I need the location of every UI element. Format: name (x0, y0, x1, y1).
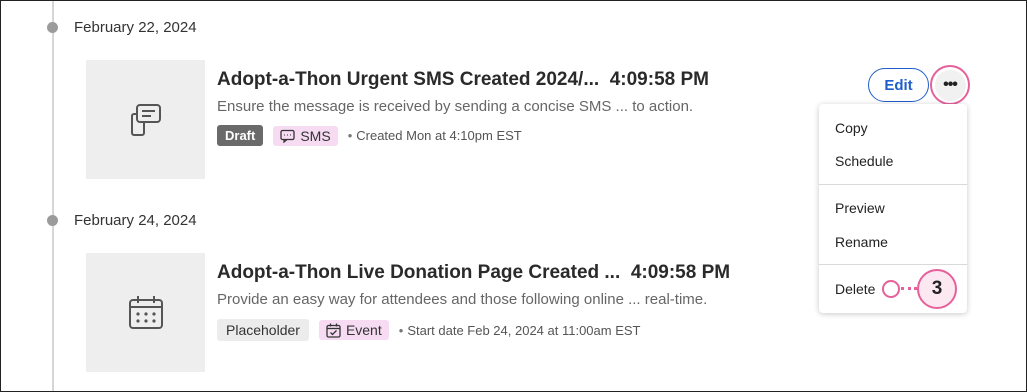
menu-divider (819, 264, 967, 265)
callout-connector (901, 287, 917, 290)
meta-separator: • (347, 128, 353, 143)
type-badge-label: SMS (300, 127, 331, 144)
menu-item-copy[interactable]: Copy (835, 120, 868, 136)
menu-item-schedule[interactable]: Schedule (835, 153, 893, 169)
item-title-text: Adopt-a-Thon Urgent SMS Created 2024/... (217, 69, 600, 90)
menu-item-delete[interactable]: Delete (835, 281, 875, 297)
item-title[interactable]: Adopt-a-Thon Urgent SMS Created 2024/...… (217, 69, 709, 91)
item-description: Provide an easy way for attendees and th… (217, 291, 708, 308)
event-calendar-icon (326, 323, 341, 338)
calendar-icon (128, 295, 163, 329)
edit-button[interactable]: Edit (868, 68, 929, 102)
status-badge: Draft (217, 125, 264, 146)
item-description: Ensure the message is received by sendin… (217, 98, 694, 115)
item-created-text: Created Mon at 4:10pm EST (356, 128, 522, 143)
timeline-dot (47, 22, 58, 33)
item-time: 4:09:58 PM (630, 262, 731, 283)
more-options-icon: ••• (934, 69, 966, 101)
type-badge: Event (318, 320, 389, 340)
type-badge: SMS (273, 125, 338, 146)
item-meta: Placeholder Event • Start date Feb 24, 2… (217, 319, 641, 341)
item-thumbnail[interactable] (86, 253, 205, 372)
menu-item-rename[interactable]: Rename (835, 234, 888, 250)
timeline-line (52, 1, 54, 391)
campaign-timeline: February 22, 2024 Adopt-a-Thon Urgent SM… (0, 0, 1027, 392)
status-badge: Placeholder (217, 319, 309, 341)
more-options-button[interactable]: ••• (930, 65, 970, 105)
item-time: 4:09:58 PM (609, 69, 709, 90)
item-title[interactable]: Adopt-a-Thon Live Donation Page Created … (217, 262, 730, 284)
item-title-text: Adopt-a-Thon Live Donation Page Created … (217, 262, 621, 283)
callout-pointer-ring (882, 280, 900, 298)
step-callout-badge: 3 (917, 269, 957, 309)
date-label: February 24, 2024 (74, 212, 197, 229)
date-label: February 22, 2024 (74, 19, 197, 36)
sms-document-icon (130, 103, 161, 136)
chat-bubble-icon (280, 129, 295, 143)
timeline-dot (47, 215, 58, 226)
meta-separator: • (398, 322, 404, 338)
item-start-date-text: Start date Feb 24, 2024 at 11:00am EST (407, 322, 641, 338)
item-meta: Draft SMS • Created Mon at 4:10pm EST (217, 125, 522, 146)
item-thumbnail[interactable] (86, 60, 205, 179)
menu-item-preview[interactable]: Preview (835, 200, 885, 216)
type-badge-label: Event (345, 322, 382, 338)
menu-divider (819, 184, 967, 185)
